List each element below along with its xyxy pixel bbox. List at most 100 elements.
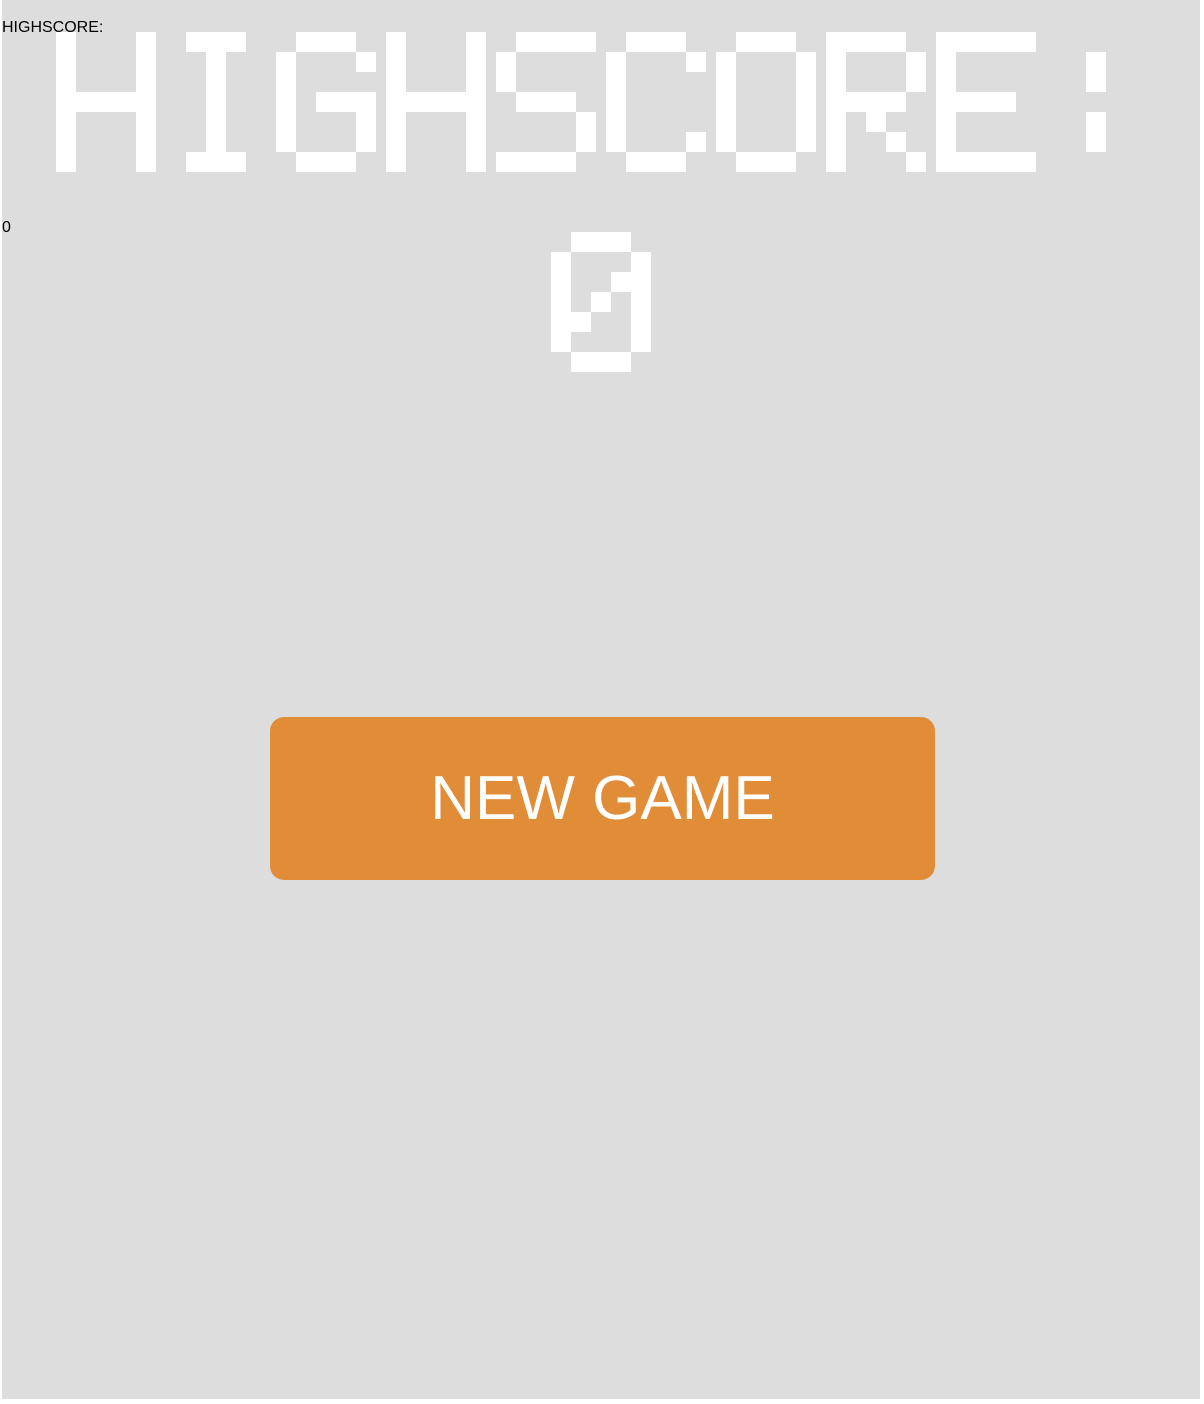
pixel-block [136, 132, 156, 152]
pixel-block [336, 92, 356, 112]
pixel-block [56, 32, 76, 52]
pixel-block [716, 112, 736, 132]
pixel-block [736, 152, 756, 172]
pixel-block [551, 252, 571, 272]
pixel-block [976, 92, 996, 112]
pixel-block [556, 92, 576, 112]
pixel-block [796, 112, 816, 132]
pixel-block [551, 292, 571, 312]
pixel-block [496, 52, 516, 72]
pixel-block [936, 72, 956, 92]
pixel-block [536, 152, 556, 172]
pixel-block [386, 152, 406, 172]
pixel-block [956, 92, 976, 112]
pixel-block [606, 72, 626, 92]
pixel-block [136, 92, 156, 112]
pixel-block [556, 152, 576, 172]
pixel-block [466, 152, 486, 172]
pixel-block [716, 92, 736, 112]
pixel-block [736, 32, 756, 52]
pixel-block [56, 132, 76, 152]
pixel-block [591, 292, 611, 312]
highscore-title: HIGHSCORE: [2, 19, 1106, 172]
pixel-block [356, 132, 376, 152]
pixel-block [611, 232, 631, 252]
highscore-value-text: 0 [2, 219, 11, 236]
pixel-block [606, 52, 626, 72]
pixel-block [206, 132, 226, 152]
pixel-block [136, 112, 156, 132]
new-game-button[interactable]: NEW GAME [270, 717, 935, 880]
pixel-block [496, 152, 516, 172]
pixel-block [536, 92, 556, 112]
pixel-block [936, 52, 956, 72]
pixel-block [796, 132, 816, 152]
pixel-block [886, 132, 906, 152]
pixel-block [1016, 32, 1036, 52]
pixel-block [136, 32, 156, 52]
pixel-block [606, 112, 626, 132]
pixel-block [386, 132, 406, 152]
pixel-block [356, 112, 376, 132]
pixel-block [276, 132, 296, 152]
pixel-block [296, 32, 316, 52]
pixel-block [906, 152, 926, 172]
pixel-block [611, 352, 631, 372]
pixel-block [466, 92, 486, 112]
pixel-block [796, 92, 816, 112]
pixel-block [996, 152, 1016, 172]
pixel-block [136, 52, 156, 72]
pixel-block [466, 132, 486, 152]
pixel-block [406, 92, 426, 112]
pixel-block [576, 112, 596, 132]
pixel-block [466, 32, 486, 52]
pixel-block [776, 32, 796, 52]
pixel-block [226, 32, 246, 52]
pixel-block [886, 92, 906, 112]
pixel-block [276, 52, 296, 72]
pixel-block [571, 312, 591, 332]
pixel-block [336, 152, 356, 172]
pixel-block [496, 72, 516, 92]
game-start-screen: HIGHSCORE: 0 NEW GAME [2, 0, 1200, 1399]
pixel-block [631, 252, 651, 272]
pixel-block [186, 32, 206, 52]
pixel-block [466, 72, 486, 92]
pixel-block [386, 32, 406, 52]
new-game-button-label: NEW GAME [430, 764, 775, 833]
pixel-block [996, 32, 1016, 52]
pixel-block [611, 272, 631, 292]
pixel-block [316, 92, 336, 112]
pixel-block [56, 92, 76, 112]
pixel-block [826, 92, 846, 112]
pixel-block [206, 152, 226, 172]
pixel-block [976, 152, 996, 172]
pixel-block [551, 332, 571, 352]
pixel-block [386, 112, 406, 132]
pixel-block [56, 72, 76, 92]
pixel-block [556, 32, 576, 52]
pixel-block [516, 152, 536, 172]
pixel-block [936, 112, 956, 132]
pixel-block [56, 52, 76, 72]
pixel-block [356, 92, 376, 112]
pixel-block [1086, 72, 1106, 92]
pixel-block [976, 32, 996, 52]
pixel-block [571, 352, 591, 372]
pixel-block [936, 92, 956, 112]
pixel-block [386, 92, 406, 112]
pixel-block [1086, 132, 1106, 152]
pixel-block [336, 32, 356, 52]
pixel-block [936, 152, 956, 172]
pixel-block [136, 72, 156, 92]
pixel-block [466, 112, 486, 132]
pixel-block [716, 72, 736, 92]
pixel-block [996, 92, 1016, 112]
pixel-block [886, 32, 906, 52]
pixel-block [316, 152, 336, 172]
pixel-block [206, 72, 226, 92]
pixel-block [536, 32, 556, 52]
pixel-block [606, 92, 626, 112]
pixel-block [316, 32, 336, 52]
pixel-block [76, 92, 96, 112]
